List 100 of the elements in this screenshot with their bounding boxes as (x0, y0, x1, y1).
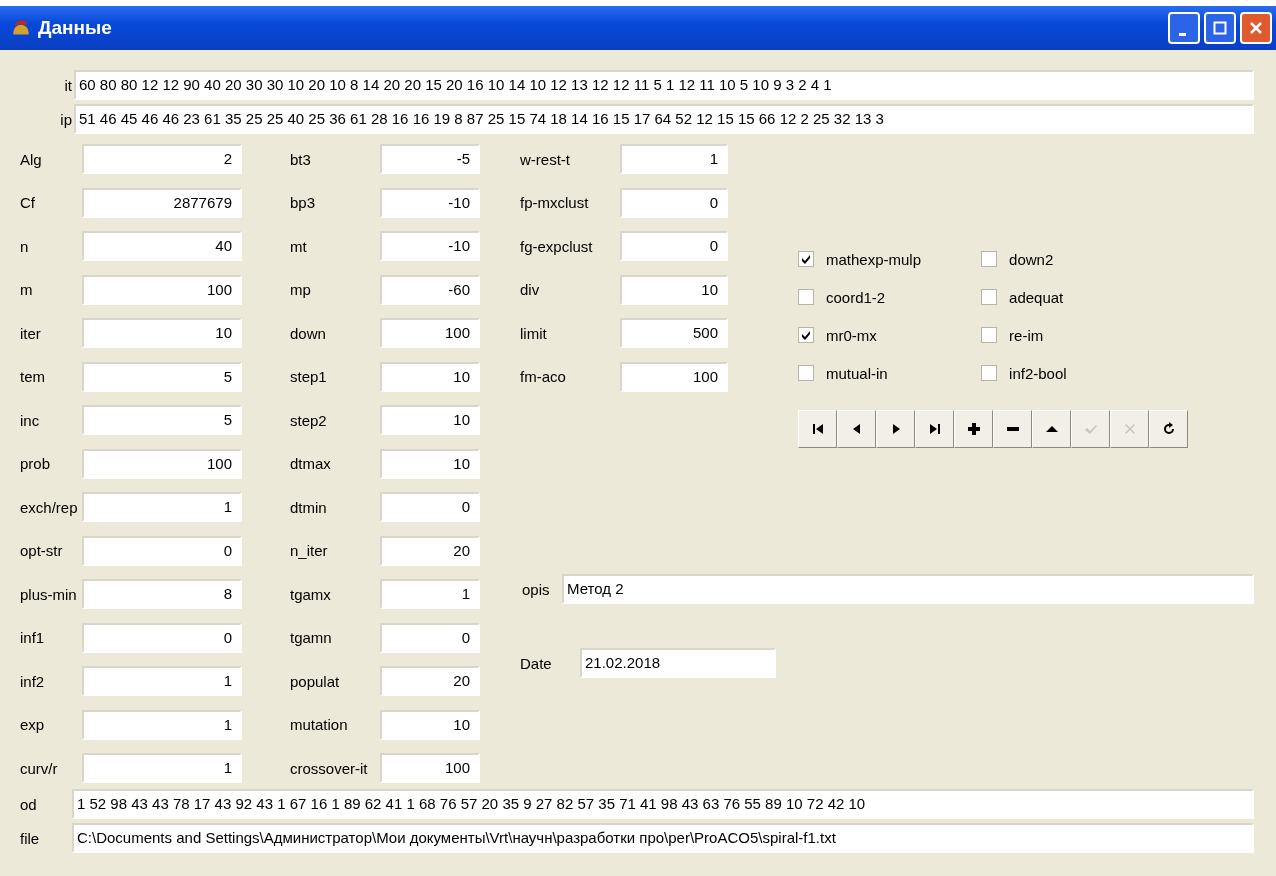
number-field[interactable]: 20 (380, 535, 480, 566)
navigator-button[interactable] (1032, 410, 1071, 448)
field-label: n (20, 237, 30, 255)
number-field[interactable]: 0 (620, 231, 728, 261)
navigator-button[interactable] (798, 410, 837, 448)
field-label: exch/rep (20, 498, 79, 516)
field-label: bp3 (290, 194, 317, 211)
number-field[interactable]: -5 (380, 144, 480, 174)
text-field[interactable]: 51 46 45 46 46 23 61 35 25 25 40 25 36 61 28 16 16 19 8 87 25 15 74 18 14 16 15 17 64 52 12 15 15 66 12 2 25 32 13 3 (74, 104, 1254, 134)
minimize-icon (1179, 32, 1186, 36)
checkmark-icon (800, 253, 812, 265)
number-field[interactable]: 10 (380, 448, 480, 479)
checkbox[interactable] (981, 251, 998, 267)
checkbox[interactable] (981, 365, 998, 381)
checkbox[interactable] (798, 251, 814, 267)
checkbox-label: coord1-2 (826, 288, 886, 306)
number-field[interactable]: -10 (380, 231, 480, 261)
number-field[interactable]: 5 (82, 361, 242, 392)
number-field[interactable]: 20 (380, 666, 480, 696)
field-label: prob (20, 455, 52, 472)
navigator-button[interactable] (915, 410, 954, 448)
number-field[interactable]: 1 (620, 144, 728, 174)
text-field[interactable]: Метод 2 (562, 574, 1254, 604)
field-label: tem (20, 368, 46, 385)
navigator-button[interactable] (993, 410, 1032, 448)
number-field[interactable]: 0 (82, 535, 242, 566)
number-field[interactable]: 500 (620, 318, 728, 348)
number-field[interactable]: 0 (380, 492, 480, 522)
field-label: Cf (20, 194, 36, 211)
field-label: Date (520, 654, 553, 672)
close-button[interactable] (1240, 12, 1272, 44)
number-field[interactable]: 100 (82, 274, 242, 305)
navigator-button[interactable] (837, 410, 876, 448)
checkbox-label: mr0-mx (826, 326, 877, 344)
field-label: it (63, 76, 73, 94)
number-field[interactable]: 2877679 (82, 187, 242, 218)
field-label: w-rest-t (520, 150, 571, 168)
checkbox[interactable] (798, 365, 814, 381)
checkbox[interactable] (981, 327, 998, 343)
field-label: mutation (290, 716, 349, 733)
number-field[interactable]: 10 (380, 405, 480, 435)
number-field[interactable]: 100 (82, 448, 242, 479)
number-field[interactable]: 0 (620, 187, 728, 218)
checkbox-label: re-im (1009, 326, 1044, 344)
field-label: div (520, 281, 541, 298)
number-field[interactable]: 1 (82, 666, 242, 696)
number-field[interactable]: -60 (380, 274, 480, 305)
navigator-button[interactable] (1149, 410, 1188, 448)
number-field[interactable]: 10 (620, 274, 728, 305)
maximize-button[interactable] (1204, 12, 1236, 44)
minimize-button[interactable] (1168, 12, 1200, 44)
number-field[interactable]: 5 (82, 405, 242, 435)
field-label: ip (59, 110, 73, 128)
checkbox[interactable] (798, 289, 814, 305)
checkbox[interactable] (981, 289, 998, 305)
number-field[interactable]: 10 (380, 709, 480, 740)
number-field[interactable]: 1 (82, 753, 242, 783)
field-label: file (20, 829, 41, 847)
text-field[interactable]: C:\Documents and Settings\Администратор\Мои документы\Vrt\научн\разработки про\per\ProACO5\spiral-f1.txt (72, 823, 1254, 853)
number-field[interactable]: 10 (380, 361, 480, 392)
number-field[interactable]: 8 (82, 579, 242, 609)
field-label: curv/r (20, 759, 59, 777)
checkbox-label: adequat (1009, 288, 1064, 306)
checkbox-label: inf2-bool (1009, 364, 1067, 382)
field-label: step2 (290, 411, 328, 429)
field-label: down (290, 324, 327, 342)
checkbox-label: down2 (1009, 250, 1054, 268)
field-label: exp (20, 716, 46, 733)
number-field[interactable]: 40 (82, 231, 242, 261)
number-field[interactable]: 1 (82, 492, 242, 522)
number-field[interactable]: 100 (380, 318, 480, 348)
number-field[interactable]: 0 (82, 622, 242, 653)
navigator-button[interactable] (954, 410, 993, 448)
number-field[interactable]: 10 (82, 318, 242, 348)
text-field[interactable]: 60 80 80 12 12 90 40 20 30 30 10 20 10 8 14 20 20 15 20 16 10 14 10 12 13 12 12 11 5 1 12 11 10 5 10 9 3 2 4 1 (74, 70, 1254, 100)
field-label: opis (521, 580, 551, 598)
field-label: limit (520, 324, 548, 342)
number-field[interactable]: 2 (82, 144, 242, 174)
field-label: dtmin (290, 498, 328, 516)
field-label: mt (290, 237, 308, 255)
checkbox[interactable] (798, 327, 814, 343)
number-field[interactable]: 100 (620, 361, 728, 392)
text-field[interactable]: 1 52 98 43 43 78 17 43 92 43 1 67 16 1 89 62 41 1 68 76 57 20 35 9 27 82 57 35 71 41 98 43 63 76 55 89 10 72 42 10 (72, 789, 1254, 819)
field-label: plus-min (20, 585, 78, 603)
field-label: crossover-it (290, 759, 369, 777)
number-field[interactable]: 100 (380, 753, 480, 783)
field-label: tgamx (290, 585, 332, 603)
number-field[interactable]: 1 (82, 709, 242, 740)
field-label: fp-mxclust (520, 194, 590, 211)
field-label: step1 (290, 368, 328, 385)
maximize-icon (1212, 20, 1228, 36)
number-field[interactable]: 1 (380, 579, 480, 609)
field-label: populat (290, 672, 341, 690)
number-field[interactable]: -10 (380, 187, 480, 218)
field-label: Alg (20, 150, 43, 168)
field-label: bt3 (290, 150, 312, 168)
field-label: fg-expclust (520, 237, 594, 255)
date-field[interactable]: 21.02.2018 (580, 648, 776, 678)
navigator-button[interactable] (876, 410, 915, 448)
number-field[interactable]: 0 (380, 622, 480, 653)
